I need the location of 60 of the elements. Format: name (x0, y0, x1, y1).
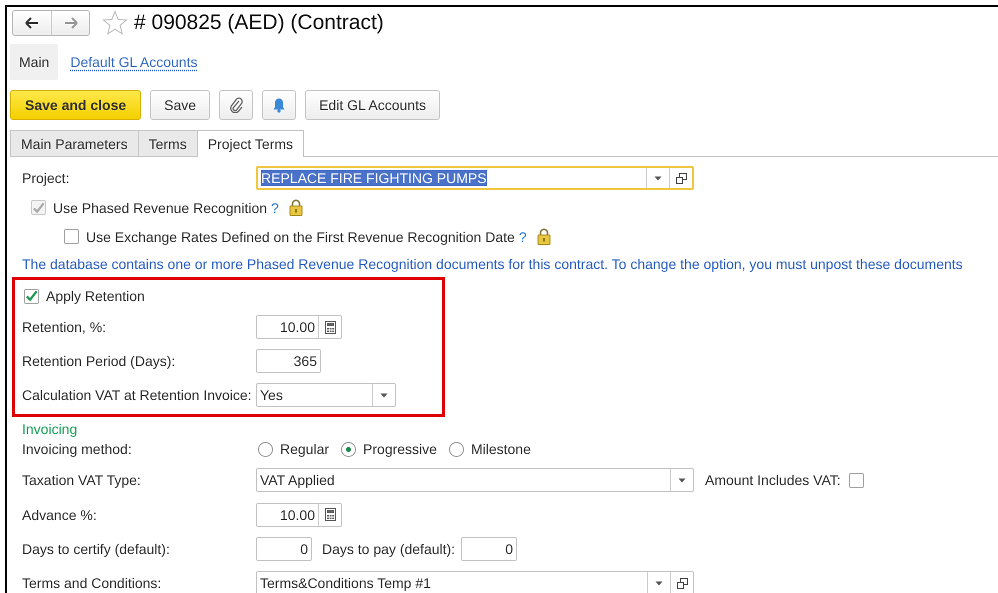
notification-button[interactable] (262, 90, 296, 120)
forward-arrow-icon (64, 17, 78, 29)
calculator-icon (324, 320, 336, 334)
input-field[interactable]: 0 (461, 537, 518, 561)
field-label: Amount Includes VAT: (705, 472, 841, 488)
attach-button[interactable] (219, 90, 254, 120)
bell-icon (272, 97, 286, 113)
padlock-icon (536, 228, 551, 245)
checkbox[interactable] (24, 288, 39, 304)
radio-button[interactable] (341, 442, 356, 456)
input-field[interactable]: 365 (256, 349, 321, 373)
padlock-icon (288, 199, 303, 216)
open-window-icon (676, 172, 686, 184)
calculator-icon (324, 508, 336, 521)
select-field[interactable]: Terms&Conditions Temp #1 (256, 571, 694, 593)
field-label: Advance %: (22, 506, 98, 522)
paperclip-icon (229, 97, 244, 113)
radio-button[interactable] (448, 442, 464, 456)
checkbox[interactable] (848, 472, 864, 488)
input-field[interactable]: 10.00 (256, 315, 342, 339)
save-and-close-button[interactable]: Save and close (10, 90, 142, 120)
info-message: The database contains one or more Phased Revenue Recognition documents for this contract. To change the option, you must unpost these documents (22, 255, 964, 274)
field-label: Retention Period (Days): (22, 353, 176, 369)
group-heading: Invoicing (22, 420, 78, 437)
back-arrow-icon (25, 17, 39, 29)
tab[interactable]: Terms (138, 130, 198, 156)
radio-label: Progressive (363, 441, 437, 457)
field-label: Calculation VAT at Retention Invoice: (22, 387, 253, 403)
checkbox-label: Apply Retention (46, 288, 145, 304)
input-field[interactable]: 0 (256, 537, 312, 561)
field-label: Taxation VAT Type: (22, 472, 142, 488)
tab[interactable]: Main Parameters (10, 130, 139, 156)
window-title: # 090825 (AED) (Contract) (134, 11, 384, 35)
select-field[interactable]: Yes (256, 383, 396, 407)
project-select[interactable]: REPLACE FIRE FIGHTING PUMPS (256, 166, 694, 190)
caret-icon (678, 478, 686, 482)
caret-icon (654, 176, 662, 180)
field-label: Days to pay (default): (322, 541, 456, 557)
radio-label: Milestone (470, 441, 531, 457)
field-label: Retention, %: (22, 319, 108, 335)
section-link[interactable]: Default GL Accounts (70, 44, 198, 80)
checkbox-label: Use Phased Revenue Recognition (53, 200, 268, 216)
section-tab[interactable]: Main (10, 44, 58, 80)
tab[interactable]: Project Terms (196, 130, 304, 157)
open-window-icon (676, 578, 688, 588)
caret-icon (655, 580, 663, 586)
caret-icon (380, 392, 388, 398)
field-label: Days to certify (default): (22, 541, 171, 557)
input-field[interactable]: 10.00 (256, 502, 342, 526)
radio-button[interactable] (258, 442, 273, 456)
checkmark-icon (25, 289, 38, 303)
radio-label: Regular (280, 441, 330, 457)
toolbar-button[interactable]: Edit GL Accounts (305, 90, 440, 120)
checkmark-icon (32, 200, 45, 214)
field-label: Project: (22, 170, 70, 186)
toolbar-button[interactable]: Save (150, 90, 210, 120)
select-field[interactable]: VAT Applied (256, 468, 694, 492)
field-label: Invoicing method: (22, 441, 133, 457)
checkbox-label: Use Exchange Rates Defined on the First Revenue Recognition Date (86, 228, 515, 244)
field-label: Terms and Conditions: (22, 575, 162, 591)
